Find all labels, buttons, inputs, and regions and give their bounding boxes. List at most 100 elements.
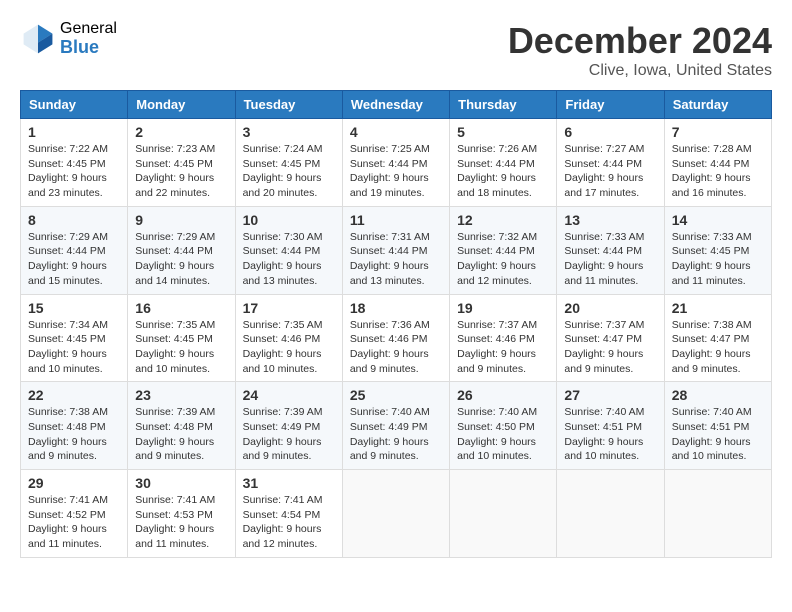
calendar-cell: 18 Sunrise: 7:36 AMSunset: 4:46 PMDaylig… bbox=[342, 294, 449, 382]
calendar-table: SundayMondayTuesdayWednesdayThursdayFrid… bbox=[20, 90, 772, 558]
day-number: 26 bbox=[457, 387, 549, 403]
calendar-cell: 23 Sunrise: 7:39 AMSunset: 4:48 PMDaylig… bbox=[128, 382, 235, 470]
day-info: Sunrise: 7:35 AMSunset: 4:45 PMDaylight:… bbox=[135, 318, 227, 377]
day-info: Sunrise: 7:26 AMSunset: 4:44 PMDaylight:… bbox=[457, 142, 549, 201]
day-info: Sunrise: 7:34 AMSunset: 4:45 PMDaylight:… bbox=[28, 318, 120, 377]
logo-icon bbox=[20, 21, 56, 57]
calendar-cell: 29 Sunrise: 7:41 AMSunset: 4:52 PMDaylig… bbox=[21, 470, 128, 558]
calendar-cell: 28 Sunrise: 7:40 AMSunset: 4:51 PMDaylig… bbox=[664, 382, 771, 470]
calendar-cell: 19 Sunrise: 7:37 AMSunset: 4:46 PMDaylig… bbox=[450, 294, 557, 382]
day-number: 24 bbox=[243, 387, 335, 403]
calendar-cell: 1 Sunrise: 7:22 AMSunset: 4:45 PMDayligh… bbox=[21, 119, 128, 207]
day-number: 28 bbox=[672, 387, 764, 403]
day-info: Sunrise: 7:38 AMSunset: 4:47 PMDaylight:… bbox=[672, 318, 764, 377]
calendar-cell bbox=[450, 470, 557, 558]
calendar-week-row: 15 Sunrise: 7:34 AMSunset: 4:45 PMDaylig… bbox=[21, 294, 772, 382]
day-info: Sunrise: 7:33 AMSunset: 4:45 PMDaylight:… bbox=[672, 230, 764, 289]
calendar-week-row: 1 Sunrise: 7:22 AMSunset: 4:45 PMDayligh… bbox=[21, 119, 772, 207]
day-info: Sunrise: 7:40 AMSunset: 4:51 PMDaylight:… bbox=[564, 405, 656, 464]
day-info: Sunrise: 7:38 AMSunset: 4:48 PMDaylight:… bbox=[28, 405, 120, 464]
day-info: Sunrise: 7:37 AMSunset: 4:46 PMDaylight:… bbox=[457, 318, 549, 377]
day-number: 15 bbox=[28, 300, 120, 316]
day-info: Sunrise: 7:35 AMSunset: 4:46 PMDaylight:… bbox=[243, 318, 335, 377]
day-number: 30 bbox=[135, 475, 227, 491]
month-title: December 2024 bbox=[508, 20, 772, 62]
calendar-cell: 11 Sunrise: 7:31 AMSunset: 4:44 PMDaylig… bbox=[342, 206, 449, 294]
day-info: Sunrise: 7:40 AMSunset: 4:50 PMDaylight:… bbox=[457, 405, 549, 464]
calendar-cell: 2 Sunrise: 7:23 AMSunset: 4:45 PMDayligh… bbox=[128, 119, 235, 207]
day-info: Sunrise: 7:36 AMSunset: 4:46 PMDaylight:… bbox=[350, 318, 442, 377]
calendar-cell: 30 Sunrise: 7:41 AMSunset: 4:53 PMDaylig… bbox=[128, 470, 235, 558]
calendar-cell: 16 Sunrise: 7:35 AMSunset: 4:45 PMDaylig… bbox=[128, 294, 235, 382]
day-number: 8 bbox=[28, 212, 120, 228]
day-number: 27 bbox=[564, 387, 656, 403]
day-number: 16 bbox=[135, 300, 227, 316]
calendar-cell: 8 Sunrise: 7:29 AMSunset: 4:44 PMDayligh… bbox=[21, 206, 128, 294]
day-number: 10 bbox=[243, 212, 335, 228]
day-info: Sunrise: 7:33 AMSunset: 4:44 PMDaylight:… bbox=[564, 230, 656, 289]
day-number: 23 bbox=[135, 387, 227, 403]
day-number: 31 bbox=[243, 475, 335, 491]
day-info: Sunrise: 7:41 AMSunset: 4:52 PMDaylight:… bbox=[28, 493, 120, 552]
day-number: 14 bbox=[672, 212, 764, 228]
calendar-cell: 9 Sunrise: 7:29 AMSunset: 4:44 PMDayligh… bbox=[128, 206, 235, 294]
day-info: Sunrise: 7:23 AMSunset: 4:45 PMDaylight:… bbox=[135, 142, 227, 201]
day-number: 29 bbox=[28, 475, 120, 491]
day-number: 13 bbox=[564, 212, 656, 228]
calendar-cell: 31 Sunrise: 7:41 AMSunset: 4:54 PMDaylig… bbox=[235, 470, 342, 558]
calendar-cell: 10 Sunrise: 7:30 AMSunset: 4:44 PMDaylig… bbox=[235, 206, 342, 294]
logo: General Blue bbox=[20, 20, 117, 57]
day-number: 22 bbox=[28, 387, 120, 403]
day-info: Sunrise: 7:29 AMSunset: 4:44 PMDaylight:… bbox=[135, 230, 227, 289]
calendar-cell: 17 Sunrise: 7:35 AMSunset: 4:46 PMDaylig… bbox=[235, 294, 342, 382]
day-info: Sunrise: 7:39 AMSunset: 4:49 PMDaylight:… bbox=[243, 405, 335, 464]
calendar-cell: 14 Sunrise: 7:33 AMSunset: 4:45 PMDaylig… bbox=[664, 206, 771, 294]
location: Clive, Iowa, United States bbox=[508, 62, 772, 80]
calendar-header-sunday: Sunday bbox=[21, 91, 128, 119]
calendar-cell: 25 Sunrise: 7:40 AMSunset: 4:49 PMDaylig… bbox=[342, 382, 449, 470]
day-number: 1 bbox=[28, 124, 120, 140]
day-number: 21 bbox=[672, 300, 764, 316]
calendar-week-row: 29 Sunrise: 7:41 AMSunset: 4:52 PMDaylig… bbox=[21, 470, 772, 558]
day-info: Sunrise: 7:25 AMSunset: 4:44 PMDaylight:… bbox=[350, 142, 442, 201]
calendar-cell: 7 Sunrise: 7:28 AMSunset: 4:44 PMDayligh… bbox=[664, 119, 771, 207]
calendar-cell bbox=[557, 470, 664, 558]
day-info: Sunrise: 7:40 AMSunset: 4:51 PMDaylight:… bbox=[672, 405, 764, 464]
calendar-header-saturday: Saturday bbox=[664, 91, 771, 119]
calendar-header-thursday: Thursday bbox=[450, 91, 557, 119]
day-number: 12 bbox=[457, 212, 549, 228]
calendar-cell: 24 Sunrise: 7:39 AMSunset: 4:49 PMDaylig… bbox=[235, 382, 342, 470]
day-info: Sunrise: 7:27 AMSunset: 4:44 PMDaylight:… bbox=[564, 142, 656, 201]
calendar-cell: 13 Sunrise: 7:33 AMSunset: 4:44 PMDaylig… bbox=[557, 206, 664, 294]
day-info: Sunrise: 7:28 AMSunset: 4:44 PMDaylight:… bbox=[672, 142, 764, 201]
calendar-header-wednesday: Wednesday bbox=[342, 91, 449, 119]
day-info: Sunrise: 7:41 AMSunset: 4:53 PMDaylight:… bbox=[135, 493, 227, 552]
day-info: Sunrise: 7:40 AMSunset: 4:49 PMDaylight:… bbox=[350, 405, 442, 464]
day-number: 19 bbox=[457, 300, 549, 316]
calendar-header-monday: Monday bbox=[128, 91, 235, 119]
calendar-cell: 5 Sunrise: 7:26 AMSunset: 4:44 PMDayligh… bbox=[450, 119, 557, 207]
day-number: 25 bbox=[350, 387, 442, 403]
calendar-cell: 15 Sunrise: 7:34 AMSunset: 4:45 PMDaylig… bbox=[21, 294, 128, 382]
day-number: 2 bbox=[135, 124, 227, 140]
day-info: Sunrise: 7:37 AMSunset: 4:47 PMDaylight:… bbox=[564, 318, 656, 377]
calendar-cell: 20 Sunrise: 7:37 AMSunset: 4:47 PMDaylig… bbox=[557, 294, 664, 382]
calendar-cell: 3 Sunrise: 7:24 AMSunset: 4:45 PMDayligh… bbox=[235, 119, 342, 207]
day-number: 17 bbox=[243, 300, 335, 316]
day-info: Sunrise: 7:22 AMSunset: 4:45 PMDaylight:… bbox=[28, 142, 120, 201]
day-info: Sunrise: 7:39 AMSunset: 4:48 PMDaylight:… bbox=[135, 405, 227, 464]
day-number: 3 bbox=[243, 124, 335, 140]
day-number: 11 bbox=[350, 212, 442, 228]
calendar-cell: 27 Sunrise: 7:40 AMSunset: 4:51 PMDaylig… bbox=[557, 382, 664, 470]
day-info: Sunrise: 7:41 AMSunset: 4:54 PMDaylight:… bbox=[243, 493, 335, 552]
title-block: December 2024 Clive, Iowa, United States bbox=[508, 20, 772, 80]
day-number: 9 bbox=[135, 212, 227, 228]
day-info: Sunrise: 7:32 AMSunset: 4:44 PMDaylight:… bbox=[457, 230, 549, 289]
day-info: Sunrise: 7:24 AMSunset: 4:45 PMDaylight:… bbox=[243, 142, 335, 201]
calendar-header-friday: Friday bbox=[557, 91, 664, 119]
calendar-week-row: 22 Sunrise: 7:38 AMSunset: 4:48 PMDaylig… bbox=[21, 382, 772, 470]
day-info: Sunrise: 7:30 AMSunset: 4:44 PMDaylight:… bbox=[243, 230, 335, 289]
calendar-header-tuesday: Tuesday bbox=[235, 91, 342, 119]
calendar-cell: 21 Sunrise: 7:38 AMSunset: 4:47 PMDaylig… bbox=[664, 294, 771, 382]
calendar-cell bbox=[342, 470, 449, 558]
